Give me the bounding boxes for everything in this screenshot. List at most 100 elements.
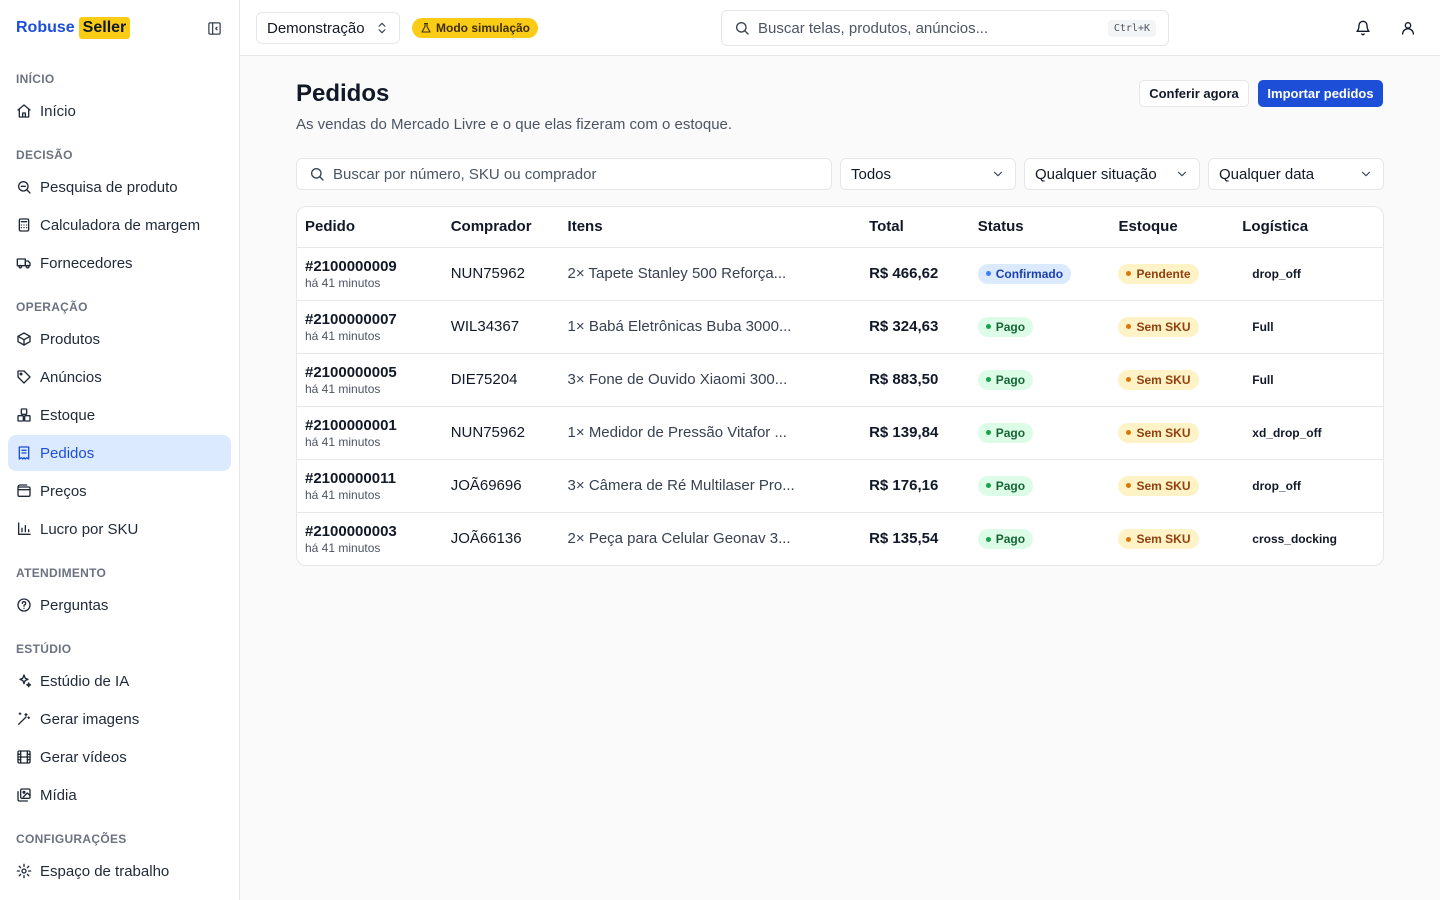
order-id[interactable]: #2100000009 [305, 258, 435, 275]
sidebar-item-espaco-de-trabalho[interactable]: Espaço de trabalho [8, 853, 231, 889]
status-dot [985, 483, 991, 489]
order-id[interactable]: #2100000005 [305, 364, 435, 381]
column-header[interactable]: Itens [560, 207, 862, 247]
sidebar-item-anuncios[interactable]: Anúncios [8, 359, 231, 395]
nav-section-title: OPERAÇÃO [16, 300, 88, 314]
sidebar-item-calculadora-de-margem[interactable]: Calculadora de margem [8, 207, 231, 243]
sidebar-item-pesquisa-de-produto[interactable]: Pesquisa de produto [8, 169, 231, 205]
sidebar-item-estoque[interactable]: Estoque [8, 397, 231, 433]
sidebar-item-pedidos[interactable]: Pedidos [8, 435, 231, 471]
stock-badge: Sem SKU [1118, 369, 1199, 390]
status-badge: Pago [977, 475, 1034, 496]
check-now-button[interactable]: Conferir agora [1139, 80, 1249, 107]
column-header[interactable]: Logística [1234, 207, 1383, 247]
logistics-cell: Full [1234, 299, 1383, 353]
package-icon [16, 331, 32, 347]
status-dot [985, 271, 991, 277]
user-icon[interactable] [1399, 19, 1417, 37]
column-header[interactable]: Estoque [1110, 207, 1234, 247]
total-cell: R$ 324,63 [861, 299, 970, 353]
nav-section-title: DECISÃO [16, 148, 73, 162]
order-time: há 41 minutos [305, 487, 381, 502]
sidebar-item-gerar-videos[interactable]: Gerar vídeos [8, 739, 231, 775]
sidebar-item-midia[interactable]: Mídia [8, 777, 231, 813]
images-icon [16, 787, 32, 803]
sidebar-item-label: Produtos [40, 330, 101, 348]
order-cell: #2100000005 há 41 minutos [297, 352, 443, 406]
bell-icon[interactable] [1354, 19, 1372, 37]
global-search-input[interactable]: Buscar telas, produtos, anúncios... Ctrl… [721, 10, 1169, 46]
logo-text-seller: Seller [78, 17, 131, 39]
table-row[interactable]: #2100000011 há 41 minutos JOÃ69696 3× Câmer… [297, 458, 1383, 512]
sidebar-item-label: Pedidos [40, 444, 95, 462]
flask-icon [420, 22, 432, 34]
sidebar-item-estudio-de-ia[interactable]: Estúdio de IA [8, 663, 231, 699]
stock-dot [1126, 483, 1132, 489]
sidebar-item-label: Fornecedores [40, 254, 133, 272]
table-row[interactable]: #2100000009 há 41 minutos NUN75962 2× Tapet… [297, 246, 1383, 300]
stock-badge: Sem SKU [1118, 529, 1199, 549]
stock-label: Sem SKU [1136, 478, 1191, 493]
table-row[interactable]: #2100000003 há 41 minutos JOÃ66136 2× Peça … [297, 511, 1383, 565]
order-id[interactable]: #2100000001 [305, 417, 435, 434]
buyer-cell: JOÃ66136 [442, 511, 560, 565]
type-filter-value: Todos [851, 165, 892, 183]
app-logo[interactable]: Robuse Seller [16, 17, 131, 39]
buyer-cell: NUN75962 [442, 246, 560, 300]
simulation-mode-badge: Modo simulação [412, 18, 539, 38]
total-cell: R$ 176,16 [861, 458, 970, 512]
order-time: há 41 minutos [305, 381, 381, 396]
buyer-cell: DIE75204 [442, 352, 560, 406]
order-id[interactable]: #2100000007 [305, 311, 435, 328]
table-row[interactable]: #2100000007 há 41 minutos WIL34367 1× Babá … [297, 299, 1383, 353]
logistics-cell: xd_drop_off [1234, 405, 1383, 459]
sidebar-item-lucro-por-sku[interactable]: Lucro por SKU [8, 511, 231, 547]
table-row[interactable]: #2100000005 há 41 minutos DIE75204 3× Fone … [297, 352, 1383, 406]
sidebar-item-produtos[interactable]: Produtos [8, 321, 231, 357]
sidebar-item-label: Preços [40, 482, 87, 500]
order-id[interactable]: #2100000003 [305, 523, 435, 540]
sidebar-item-precos[interactable]: Preços [8, 473, 231, 509]
sidebar-item-fornecedores[interactable]: Fornecedores [8, 245, 231, 281]
stock-cell: Sem SKU [1110, 299, 1235, 353]
status-badge: Pago [977, 422, 1034, 443]
status-label: Pago [995, 478, 1026, 493]
column-header[interactable]: Total [861, 207, 970, 247]
situation-filter-select[interactable]: Qualquer situação [1024, 158, 1200, 190]
simulation-mode-label: Modo simulação [436, 21, 531, 35]
chevron-down-icon [1175, 167, 1189, 181]
order-id[interactable]: #2100000011 [305, 470, 435, 487]
column-header[interactable]: Status [970, 207, 1111, 247]
sidebar-item-inicio[interactable]: Início [8, 93, 231, 129]
boxes-icon [16, 407, 32, 423]
items-cell: 2× Tapete Stanley 500 Reforça... [559, 246, 862, 300]
workspace-label: Demonstração [267, 19, 365, 37]
date-filter-select[interactable]: Qualquer data [1208, 158, 1384, 190]
sidebar-item-fiscal-e-custos[interactable]: Fiscal e custos [8, 891, 231, 900]
buyer-cell: JOÃ69696 [442, 458, 560, 512]
stock-badge: Pendente [1118, 263, 1199, 284]
stock-cell: Sem SKU [1110, 458, 1235, 512]
order-cell: #2100000007 há 41 minutos [297, 299, 443, 353]
buyer-cell: NUN75962 [442, 405, 560, 459]
question-icon [16, 597, 32, 613]
order-time: há 41 minutos [305, 275, 381, 290]
shortcut-hint: Ctrl+K [1107, 19, 1156, 37]
type-filter-select[interactable]: Todos [840, 158, 1016, 190]
table-row[interactable]: #2100000001 há 41 minutos NUN75962 1× Medid… [297, 405, 1383, 459]
logistics-cell: drop_off [1234, 246, 1383, 300]
sidebar-item-label: Calculadora de margem [40, 216, 201, 234]
column-header[interactable]: Pedido [297, 207, 443, 247]
table-header-row: Pedido Comprador Itens Total Status Esto… [297, 207, 1383, 247]
stock-cell: Sem SKU [1110, 405, 1235, 459]
total-cell: R$ 135,54 [861, 511, 970, 565]
sidebar-item-label: Mídia [40, 786, 77, 804]
sidebar-item-gerar-imagens[interactable]: Gerar imagens [8, 701, 231, 737]
column-header[interactable]: Comprador [443, 207, 560, 247]
order-search-input[interactable]: Buscar por número, SKU ou comprador [296, 158, 832, 190]
sidebar-item-perguntas[interactable]: Perguntas [8, 587, 231, 623]
search-zoom-icon [16, 179, 32, 195]
import-orders-button[interactable]: Importar pedidos [1258, 80, 1383, 107]
sidebar-toggle-icon[interactable] [205, 19, 223, 37]
workspace-select[interactable]: Demonstração [256, 12, 400, 44]
